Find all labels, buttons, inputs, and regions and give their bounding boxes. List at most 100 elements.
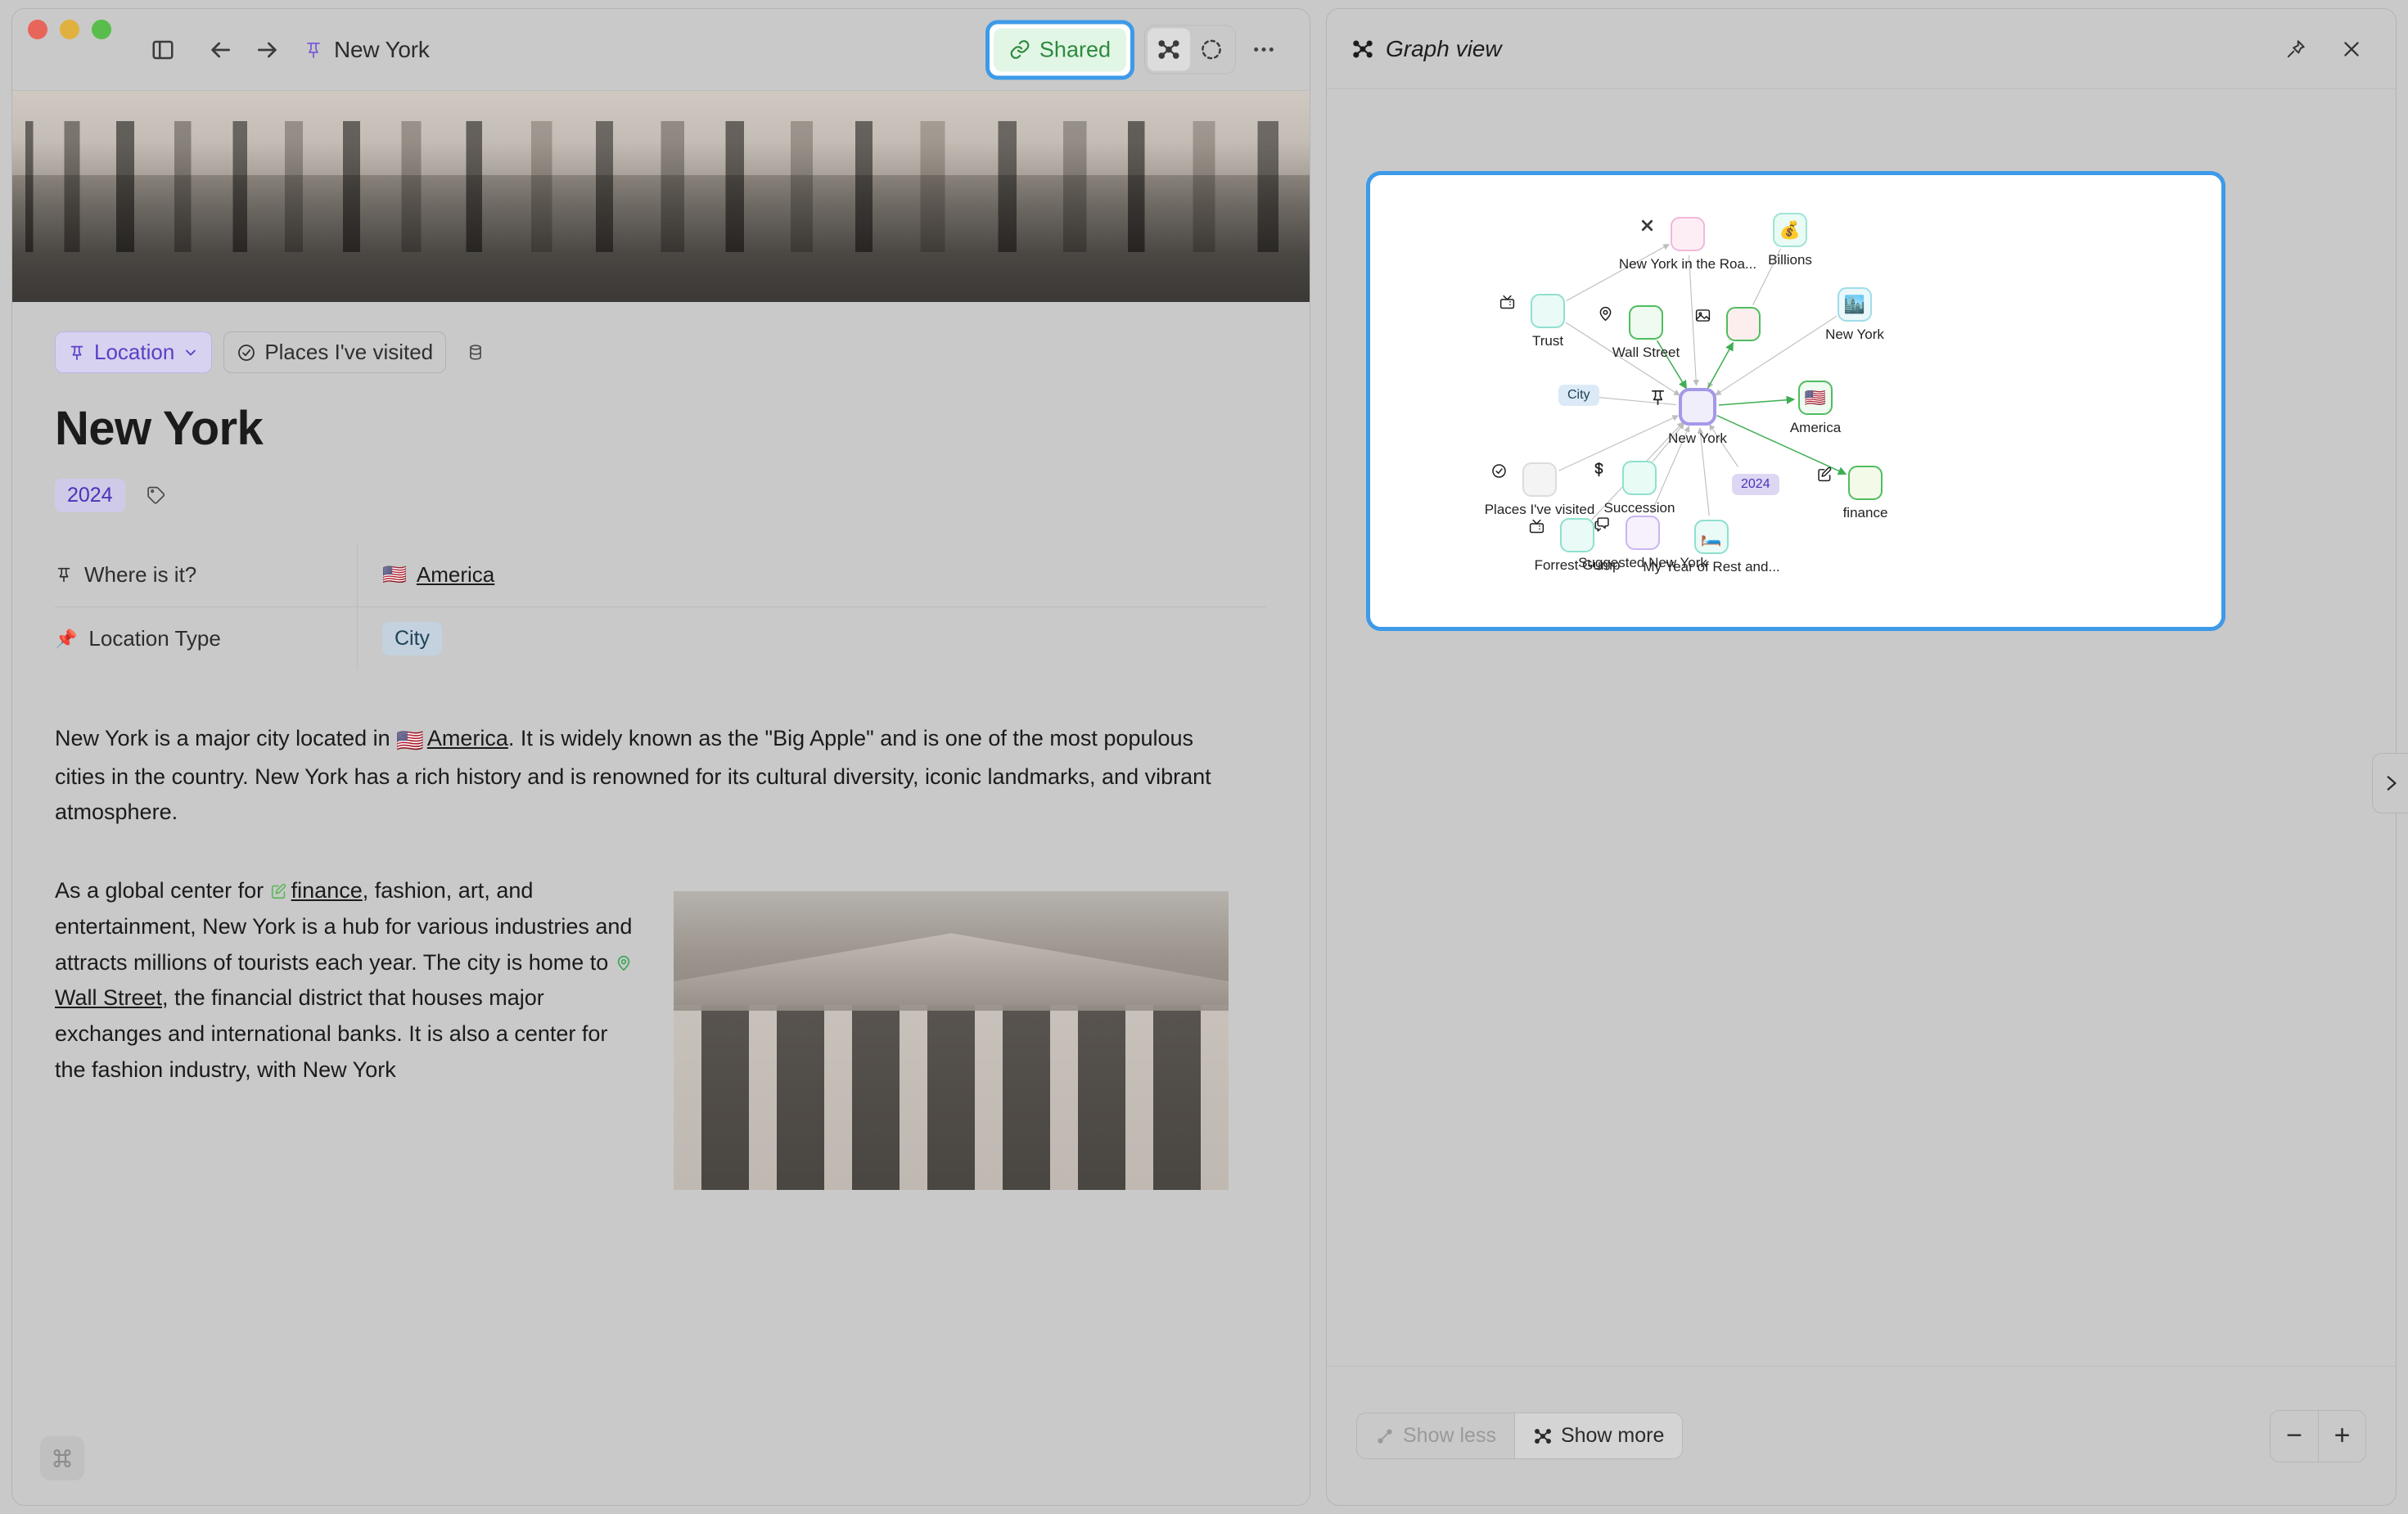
close-icon[interactable] <box>2332 29 2371 69</box>
map-pin-icon <box>615 954 633 972</box>
chip-location[interactable]: Location <box>55 331 212 373</box>
window-traffic-lights <box>28 20 111 39</box>
arrow-left-icon[interactable] <box>199 29 241 71</box>
pin-icon <box>68 344 86 362</box>
database-icon[interactable] <box>458 335 494 371</box>
graph-canvas[interactable]: New York in the Roa...💰Billions Trust Wall… <box>1366 171 2225 631</box>
show-less-button[interactable]: Show less <box>1357 1413 1514 1458</box>
tag-2024[interactable]: 2024 <box>55 479 125 512</box>
graph-icon[interactable] <box>1148 29 1190 71</box>
edit-square-icon <box>1848 466 1883 500</box>
page-title: New York <box>55 401 1310 456</box>
window-maximize-button[interactable] <box>92 20 111 39</box>
graph-node-label: City <box>1567 388 1590 402</box>
property-value: City <box>358 622 442 656</box>
check-circle-icon <box>1522 462 1557 497</box>
property-key: Where is it? <box>55 543 358 606</box>
graph-node-city[interactable]: City <box>1558 385 1599 406</box>
edge-icon <box>1375 1426 1395 1446</box>
image-icon <box>1726 307 1761 341</box>
document-body: Location Places I'v <box>12 91 1310 1505</box>
properties-table: Where is it? 🇺🇸 America 📌 Location Type <box>55 543 1266 670</box>
graph-stage: New York in the Roa...💰Billions Trust Wall… <box>1327 89 2396 1366</box>
property-value-link-america[interactable]: America <box>417 562 494 588</box>
paragraph-1: New York is a major city located in 🇺🇸Am… <box>55 721 1250 831</box>
arrow-right-icon[interactable] <box>246 29 289 71</box>
graph-node-myyear[interactable]: 🛏️My Year of Rest and... <box>1662 520 1761 575</box>
graph-node-label: Succession <box>1604 500 1675 516</box>
ellipsis-icon[interactable] <box>1242 29 1285 71</box>
body-flow: As a global center for finance, fashion,… <box>55 831 1310 1190</box>
graph-node-finance[interactable]: finance <box>1816 466 1914 521</box>
flag-us-icon: 🇺🇸 <box>1798 381 1833 415</box>
graph-node-imgnode[interactable] <box>1694 307 1792 341</box>
hero-sky <box>12 91 1310 175</box>
graph-node-label: New York <box>1668 430 1727 447</box>
dollar-icon <box>1622 461 1657 495</box>
graph-node-label: My Year of Rest and... <box>1643 559 1779 575</box>
graph-node-billions[interactable]: 💰Billions <box>1741 213 1839 268</box>
graph-view-panel: Graph view <box>1326 8 2397 1506</box>
graph-icon <box>1533 1426 1553 1446</box>
shared-button-label: Shared <box>1039 37 1111 62</box>
pin-icon <box>304 40 323 60</box>
shared-button[interactable]: Shared <box>994 28 1126 71</box>
graph-node-america[interactable]: 🇺🇸 America <box>1766 381 1865 436</box>
tag-icon[interactable] <box>138 477 174 513</box>
dashed-circle-icon[interactable] <box>1190 29 1233 71</box>
graph-zoom-controls: − + <box>2270 1410 2366 1462</box>
graph-view-footer: Show less Show more <box>1327 1366 2396 1505</box>
graph-node-label: Billions <box>1768 252 1812 268</box>
graph-node-nyroad[interactable]: New York in the Roa... <box>1639 217 1737 273</box>
window-minimize-button[interactable] <box>60 20 79 39</box>
show-more-button[interactable]: Show more <box>1514 1413 1682 1458</box>
graph-edge <box>1708 343 1734 389</box>
document-window: New York Shared <box>11 8 1310 1506</box>
show-more-label: Show more <box>1561 1424 1664 1448</box>
breadcrumb-title: New York <box>334 37 430 63</box>
graph-node-visited[interactable]: Places I've visited <box>1490 462 1589 518</box>
command-icon[interactable] <box>40 1436 84 1480</box>
sidebar-icon[interactable] <box>142 29 184 71</box>
graph-node-label: New York in the Roa... <box>1619 256 1756 273</box>
zoom-in-button[interactable]: + <box>2318 1411 2365 1462</box>
graph-node-trust[interactable]: Trust <box>1499 294 1597 349</box>
tags-row: 2024 <box>55 477 1310 513</box>
graph-node-label: Places I've visited <box>1485 502 1595 518</box>
pin-icon[interactable] <box>2276 29 2316 69</box>
paragraph-1-before: New York is a major city located in <box>55 726 396 750</box>
graph-view-header: Graph view <box>1327 9 2396 89</box>
graph-node-y2024[interactable]: 2024 <box>1732 474 1779 495</box>
flag-us-icon: 🇺🇸 <box>396 723 424 759</box>
edit-square-icon <box>270 882 288 900</box>
document-chips-row: Location Places I'v <box>55 331 1310 373</box>
x-icon <box>1671 217 1705 251</box>
graph-node-nycity[interactable]: 🏙️New York <box>1806 287 1904 343</box>
graph-node-label: Trust <box>1532 333 1563 349</box>
graph-node-succession[interactable]: Succession <box>1590 461 1689 516</box>
graph-view-title: Graph view <box>1386 36 1502 62</box>
property-key: 📌 Location Type <box>55 607 358 670</box>
zoom-out-button[interactable]: − <box>2270 1411 2318 1462</box>
pin-icon <box>55 565 73 584</box>
document-toolbar: New York Shared <box>12 9 1310 91</box>
graph-node-center[interactable]: New York <box>1648 388 1747 447</box>
property-value-pill-city[interactable]: City <box>382 622 442 656</box>
graph-node-label: 2024 <box>1741 477 1770 491</box>
property-row-location-type: 📌 Location Type City <box>55 606 1266 670</box>
graph-node-wallst[interactable]: Wall Street <box>1597 305 1695 361</box>
window-close-button[interactable] <box>28 20 47 39</box>
shared-button-selection-ring: Shared <box>985 20 1134 79</box>
chip-places-ive-visited[interactable]: Places I've visited <box>223 331 446 373</box>
graph-header-actions <box>2276 29 2371 69</box>
graph-node-label: America <box>1790 420 1841 436</box>
inline-link-america[interactable]: America <box>427 726 508 750</box>
pushpin-icon: 📌 <box>55 629 77 650</box>
toolbar-right-group: Shared <box>985 20 1285 79</box>
inline-link-wall-street[interactable]: Wall Street <box>55 985 162 1010</box>
inline-link-finance[interactable]: finance <box>291 878 363 903</box>
graph-node-label: finance <box>1843 505 1888 521</box>
breadcrumb[interactable]: New York <box>304 37 430 63</box>
chevron-right-icon[interactable] <box>2372 753 2408 813</box>
property-key-label: Where is it? <box>84 562 196 588</box>
